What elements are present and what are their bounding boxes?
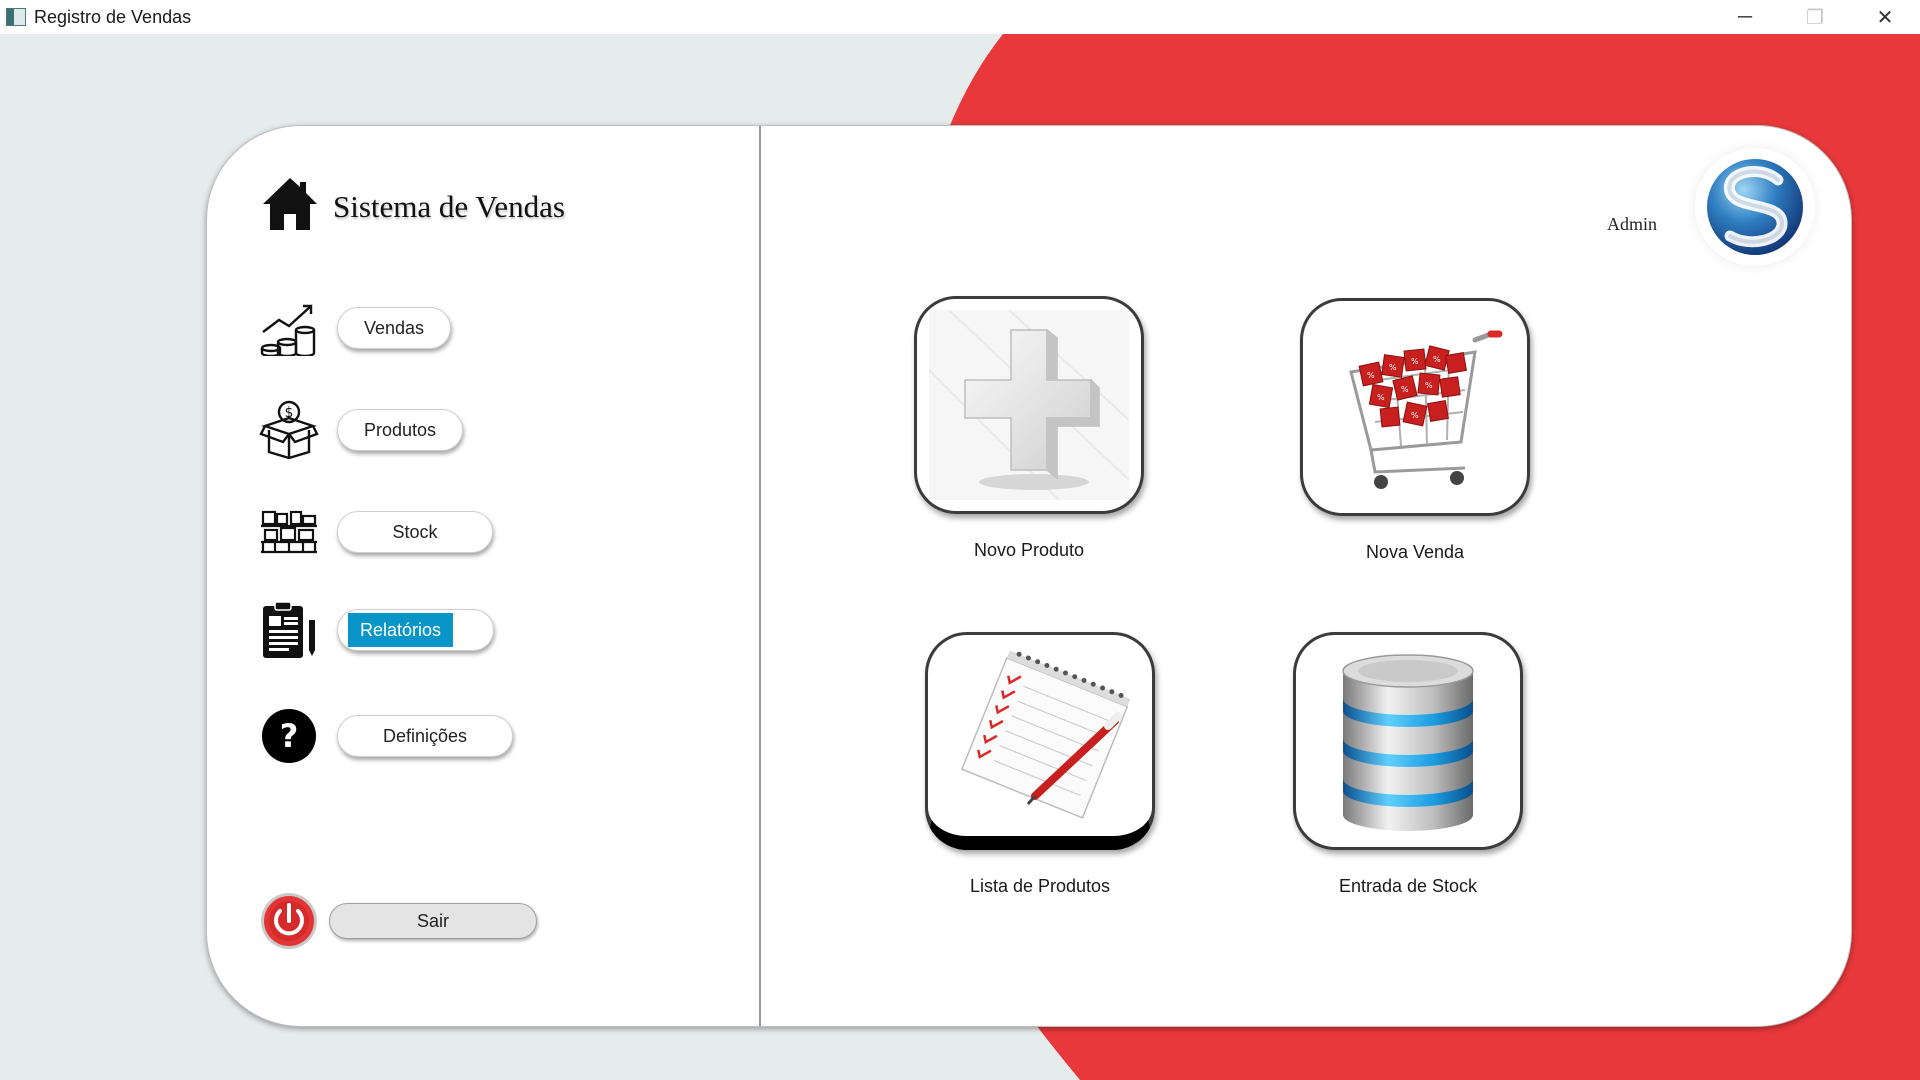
svg-text:%: % bbox=[1377, 393, 1385, 402]
exit-button[interactable]: Sair bbox=[329, 903, 537, 939]
minimize-button[interactable]: ─ bbox=[1710, 0, 1780, 34]
question-circle-icon: ? bbox=[259, 706, 319, 766]
menu-item-produtos[interactable]: $ Produtos bbox=[259, 400, 463, 460]
svg-text:%: % bbox=[1389, 363, 1397, 372]
tile-lista-de-produtos[interactable]: Lista de Produtos bbox=[925, 632, 1155, 897]
menu-item-relatorios[interactable]: Relatórios bbox=[259, 600, 495, 660]
svg-text:%: % bbox=[1367, 371, 1375, 380]
tile-novo-produto-label: Novo Produto bbox=[973, 540, 1085, 560]
home-icon[interactable] bbox=[261, 176, 319, 237]
money-box-icon: $ bbox=[259, 400, 319, 460]
produtos-button[interactable]: Produtos bbox=[337, 409, 463, 451]
relatorios-label: Relatórios bbox=[348, 613, 454, 647]
svg-text:%: % bbox=[1425, 381, 1433, 390]
menu-item-vendas[interactable]: Vendas bbox=[259, 298, 451, 358]
svg-text:%: % bbox=[1411, 411, 1419, 420]
tile-nova-venda-label: Nova Venda bbox=[1365, 542, 1465, 562]
tile-entrada-de-stock[interactable]: Entrada de Stock bbox=[1293, 632, 1523, 897]
svg-text:%: % bbox=[1401, 385, 1409, 394]
svg-text:%: % bbox=[1433, 355, 1441, 364]
tile-lista-de-produtos-label: Lista de Produtos bbox=[969, 876, 1111, 896]
menu-item-stock[interactable]: Stock bbox=[259, 502, 493, 562]
panel-divider bbox=[759, 126, 761, 1026]
svg-text:?: ? bbox=[280, 717, 299, 755]
menu-item-definicoes[interactable]: ? Definições bbox=[259, 706, 513, 766]
vendas-button[interactable]: Vendas bbox=[337, 307, 451, 349]
sales-chart-coins-icon bbox=[259, 298, 319, 358]
main-card: Sistema de Vendas Vendas $ Produtos Stoc… bbox=[206, 125, 1852, 1027]
definicoes-button[interactable]: Definições bbox=[337, 715, 513, 757]
svg-text:%: % bbox=[1411, 357, 1419, 366]
tile-nova-venda[interactable]: %%%% %%%% Nova Venda bbox=[1300, 298, 1530, 563]
stock-button[interactable]: Stock bbox=[337, 511, 493, 553]
tile-novo-produto[interactable]: Novo Produto bbox=[914, 296, 1144, 561]
user-name: Admin bbox=[1607, 214, 1658, 234]
power-icon[interactable] bbox=[259, 891, 319, 951]
shopping-cart-icon[interactable]: %%%% %%%% bbox=[1300, 298, 1530, 516]
tile-entrada-de-stock-label: Entrada de Stock bbox=[1338, 876, 1478, 896]
database-icon[interactable] bbox=[1293, 632, 1523, 850]
restore-button[interactable]: ❐ bbox=[1780, 0, 1850, 34]
window-title: Registro de Vendas bbox=[34, 6, 192, 27]
notepad-checklist-icon[interactable] bbox=[925, 632, 1155, 850]
relatorios-button[interactable]: Relatórios bbox=[337, 609, 495, 651]
close-button[interactable]: ✕ bbox=[1850, 0, 1920, 34]
app-icon bbox=[6, 8, 26, 26]
window-title-bar: Registro de Vendas ─ ❐ ✕ bbox=[0, 0, 1920, 34]
s-sphere-logo bbox=[1695, 148, 1815, 266]
app-title: Sistema de Vendas bbox=[333, 188, 565, 224]
window-controls: ─ ❐ ✕ bbox=[1710, 0, 1920, 34]
brand-header: Sistema de Vendas bbox=[261, 176, 565, 237]
warehouse-boxes-icon bbox=[259, 502, 319, 562]
clipboard-report-icon bbox=[259, 600, 319, 660]
plus-cross-icon[interactable] bbox=[914, 296, 1144, 514]
exit-row[interactable]: Sair bbox=[259, 891, 537, 951]
